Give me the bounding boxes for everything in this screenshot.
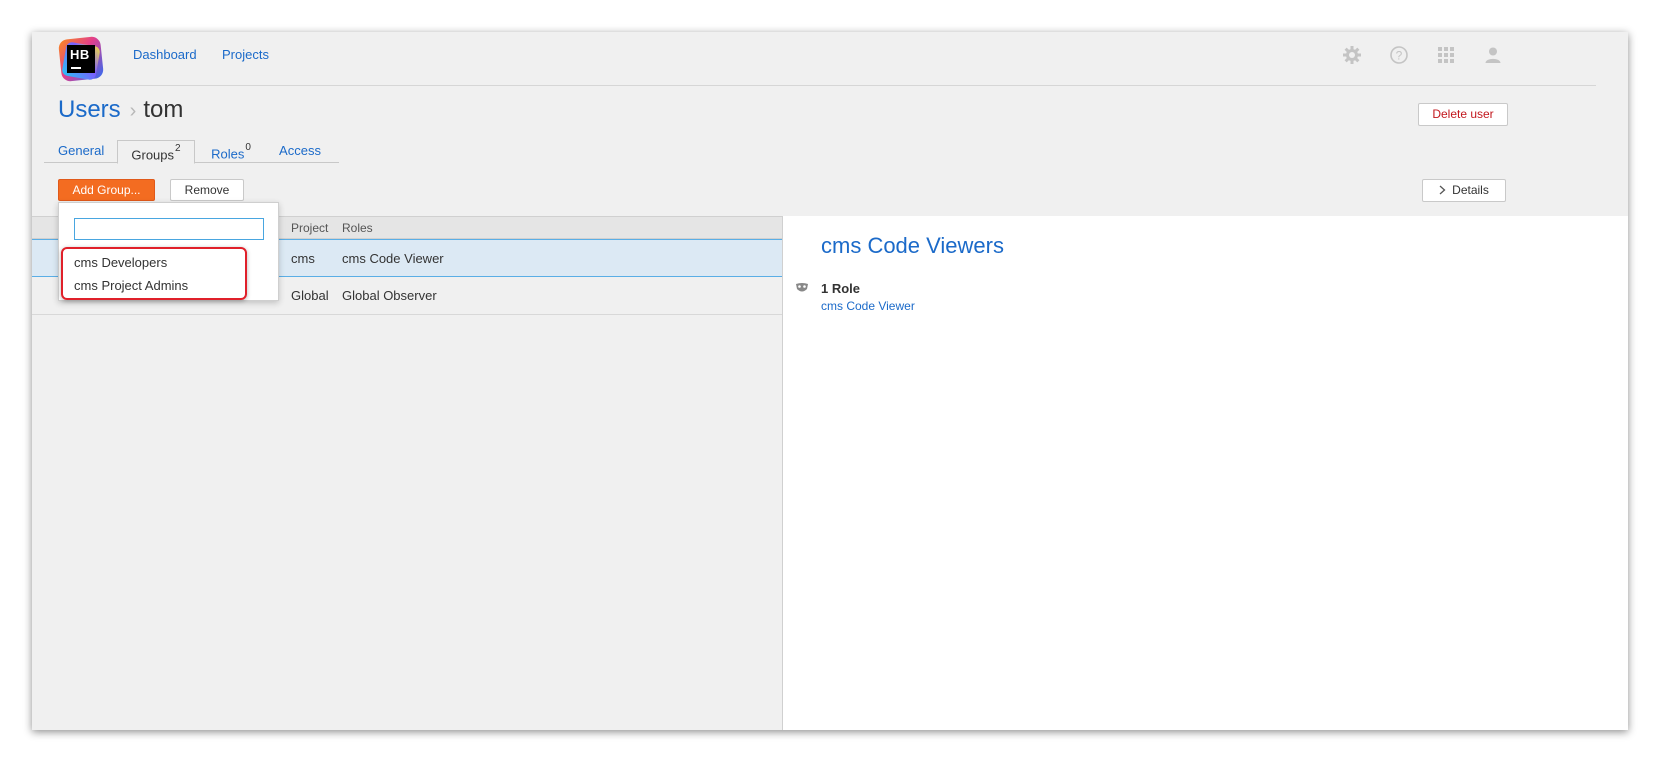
app-window: HB Dashboard Projects ? Users › tom Delete… — [32, 32, 1628, 730]
header-divider — [60, 85, 1596, 86]
user-icon[interactable] — [1481, 43, 1505, 67]
logo-text: HB — [70, 47, 90, 62]
remove-button[interactable]: Remove — [170, 179, 244, 201]
add-group-popup: cms Developers cms Project Admins — [58, 202, 279, 301]
tab-roles[interactable]: Roles0 — [208, 140, 254, 163]
nav-projects-link[interactable]: Projects — [222, 47, 269, 62]
delete-user-button[interactable]: Delete user — [1418, 103, 1508, 126]
svg-text:?: ? — [1396, 49, 1403, 63]
tab-roles-count: 0 — [245, 142, 251, 153]
cell-roles: cms Code Viewer — [342, 251, 444, 266]
tab-general[interactable]: General — [58, 140, 105, 163]
tab-access[interactable]: Access — [278, 140, 322, 163]
popup-option-cms-project-admins[interactable]: cms Project Admins — [74, 278, 188, 293]
breadcrumb-separator: › — [129, 100, 137, 122]
group-detail-panel: cms Code Viewers 1 Role cms Code Viewer — [782, 216, 1628, 730]
cell-project: Global — [291, 288, 329, 303]
chevron-right-icon — [1439, 183, 1446, 197]
tab-groups[interactable]: Groups2 — [117, 140, 195, 164]
nav-dashboard-link[interactable]: Dashboard — [133, 47, 197, 62]
details-button-label: Details — [1452, 183, 1489, 197]
gear-icon[interactable] — [1340, 43, 1364, 67]
top-navigation-bar: HB Dashboard Projects ? — [32, 32, 1628, 86]
page-title: tom — [143, 96, 184, 123]
breadcrumb: Users › tom — [58, 96, 183, 124]
apps-grid-icon[interactable] — [1434, 43, 1458, 67]
tab-general-label: General — [58, 143, 105, 158]
popup-option-cms-developers[interactable]: cms Developers — [74, 255, 167, 270]
role-link[interactable]: cms Code Viewer — [821, 299, 915, 313]
roles-count: 1 Role — [821, 281, 861, 296]
tab-groups-count: 2 — [175, 143, 181, 154]
tab-groups-label: Groups — [131, 147, 175, 163]
tab-bar: General Groups2 Roles0 Access — [44, 140, 339, 164]
group-search-input[interactable] — [74, 218, 264, 240]
cell-project: cms — [291, 251, 315, 266]
details-button[interactable]: Details — [1422, 179, 1506, 202]
detail-title: cms Code Viewers — [821, 233, 1004, 258]
column-header-project[interactable]: Project — [291, 221, 328, 235]
tab-access-label: Access — [279, 143, 321, 158]
breadcrumb-users-link[interactable]: Users — [58, 96, 121, 123]
hub-logo[interactable]: HB — [57, 35, 105, 83]
column-header-roles[interactable]: Roles — [342, 221, 373, 235]
add-group-button[interactable]: Add Group... — [58, 179, 155, 201]
tab-roles-label: Roles — [211, 146, 245, 162]
cell-roles: Global Observer — [342, 288, 437, 303]
help-icon[interactable]: ? — [1387, 43, 1411, 67]
role-mask-icon — [795, 282, 809, 294]
